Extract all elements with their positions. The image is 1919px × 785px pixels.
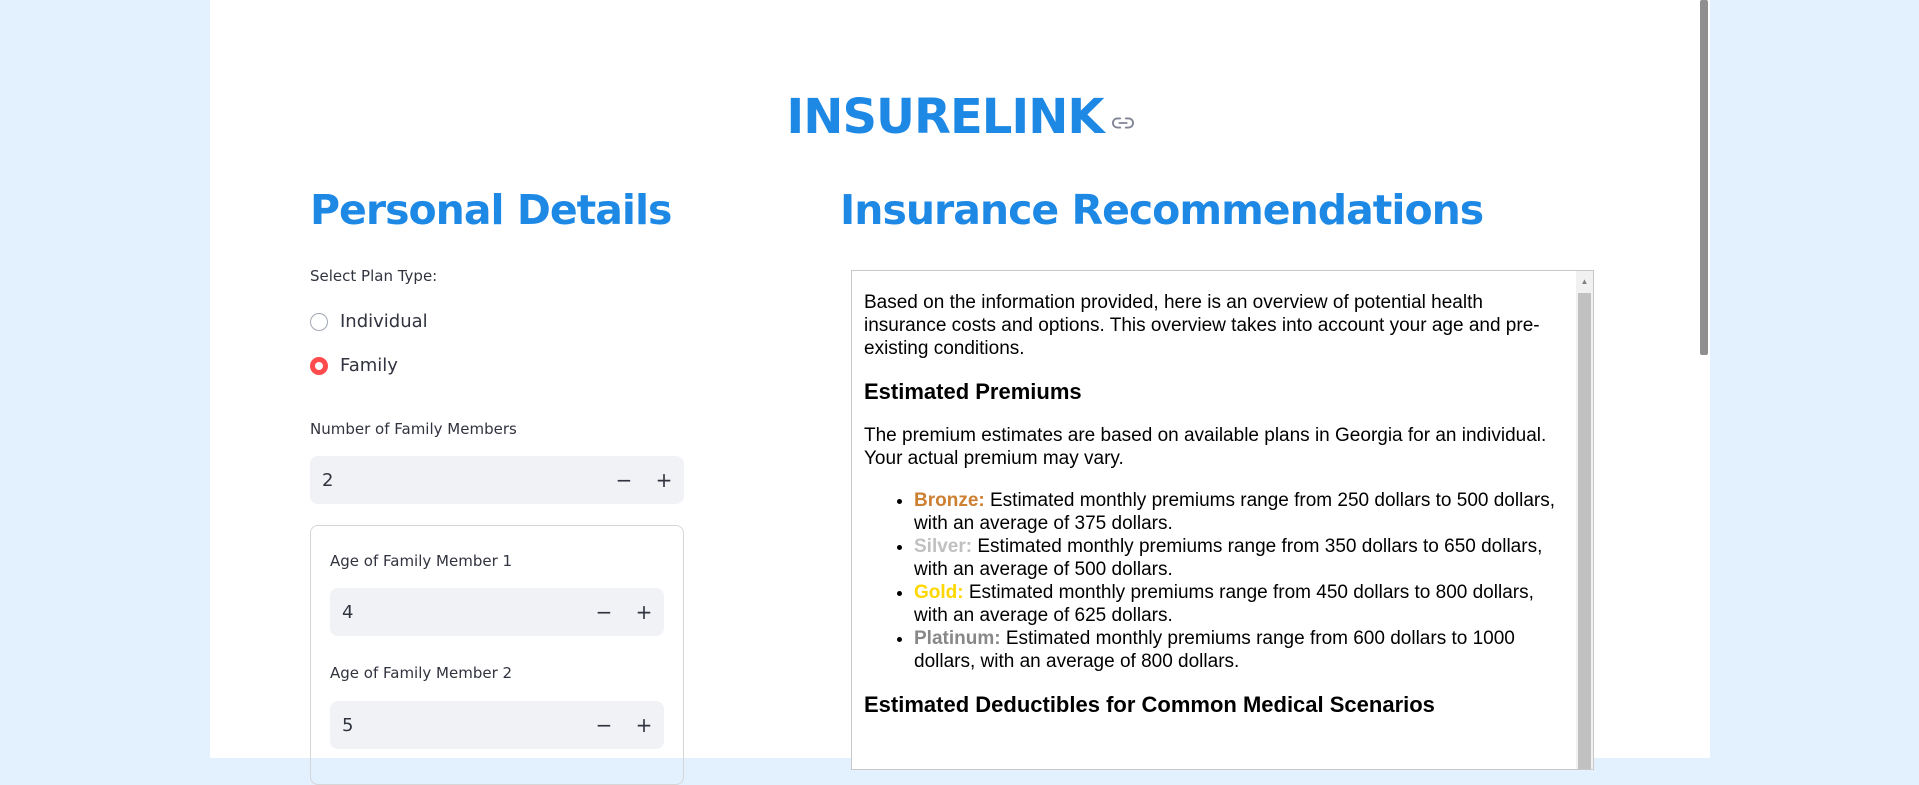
- frame-scrollbar-thumb[interactable]: [1578, 293, 1591, 769]
- member-2-age-input[interactable]: 5 − +: [330, 701, 664, 749]
- premium-tier-list: Bronze: Estimated monthly premiums range…: [864, 489, 1564, 673]
- page-scrollbar[interactable]: [1700, 0, 1708, 355]
- family-members-input[interactable]: 2 − +: [310, 456, 684, 504]
- main-container: INSURELINK Personal Details Select Plan …: [210, 0, 1710, 785]
- member-2-age-value[interactable]: 5: [330, 715, 584, 736]
- title-row: INSURELINK: [210, 82, 1710, 152]
- increment-button[interactable]: +: [644, 456, 684, 504]
- family-members-value[interactable]: 2: [310, 470, 604, 491]
- increment-button[interactable]: +: [624, 701, 664, 749]
- tier-silver-label: Silver:: [914, 536, 973, 557]
- personal-details-heading: Personal Details: [310, 186, 672, 234]
- decrement-button[interactable]: −: [604, 456, 644, 504]
- intro-paragraph: Based on the information provided, here …: [864, 292, 1540, 359]
- recommendations-frame[interactable]: Based on the information provided, here …: [851, 270, 1594, 770]
- list-item: Gold: Estimated monthly premiums range f…: [914, 581, 1564, 627]
- recommendations-content: Based on the information provided, here …: [864, 291, 1564, 737]
- premiums-paragraph: The premium estimates are based on avail…: [864, 425, 1547, 469]
- scroll-up-arrow-icon[interactable]: ▲: [1576, 271, 1593, 291]
- tier-gold-label: Gold:: [914, 582, 964, 603]
- list-item: Silver: Estimated monthly premiums range…: [914, 535, 1564, 581]
- tier-platinum-text: Estimated monthly premiums range from 60…: [914, 628, 1515, 672]
- deductibles-heading: Estimated Deductibles for Common Medical…: [864, 692, 1435, 717]
- radio-family-label: Family: [340, 355, 398, 376]
- link-icon[interactable]: [1111, 112, 1134, 134]
- decrement-button[interactable]: −: [584, 701, 624, 749]
- radio-family-indicator[interactable]: [310, 356, 328, 375]
- member-1-age-label: Age of Family Member 1: [330, 552, 513, 570]
- member-1-age-input[interactable]: 4 − +: [330, 588, 664, 636]
- list-item: Platinum: Estimated monthly premiums ran…: [914, 627, 1564, 673]
- member-2-age-label: Age of Family Member 2: [330, 664, 513, 682]
- increment-button[interactable]: +: [624, 588, 664, 636]
- app-title: INSURELINK: [786, 89, 1104, 145]
- decrement-button[interactable]: −: [584, 588, 624, 636]
- tier-platinum-label: Platinum:: [914, 628, 1001, 649]
- radio-individual-indicator[interactable]: [310, 312, 328, 331]
- member-ages-container: Age of Family Member 1 4 − + Age of Fami…: [310, 525, 684, 785]
- radio-individual[interactable]: Individual: [310, 311, 428, 332]
- tier-bronze-label: Bronze:: [914, 490, 985, 511]
- recommendations-heading: Insurance Recommendations: [840, 186, 1484, 234]
- tier-silver-text: Estimated monthly premiums range from 35…: [914, 536, 1543, 580]
- radio-family[interactable]: Family: [310, 355, 398, 376]
- premiums-heading: Estimated Premiums: [864, 379, 1082, 404]
- list-item: Bronze: Estimated monthly premiums range…: [914, 489, 1564, 535]
- family-members-label: Number of Family Members: [310, 420, 517, 438]
- tier-gold-text: Estimated monthly premiums range from 45…: [914, 582, 1534, 626]
- radio-individual-label: Individual: [340, 311, 428, 332]
- tier-bronze-text: Estimated monthly premiums range from 25…: [914, 490, 1555, 534]
- plan-type-label: Select Plan Type:: [310, 267, 438, 285]
- member-1-age-value[interactable]: 4: [330, 602, 584, 623]
